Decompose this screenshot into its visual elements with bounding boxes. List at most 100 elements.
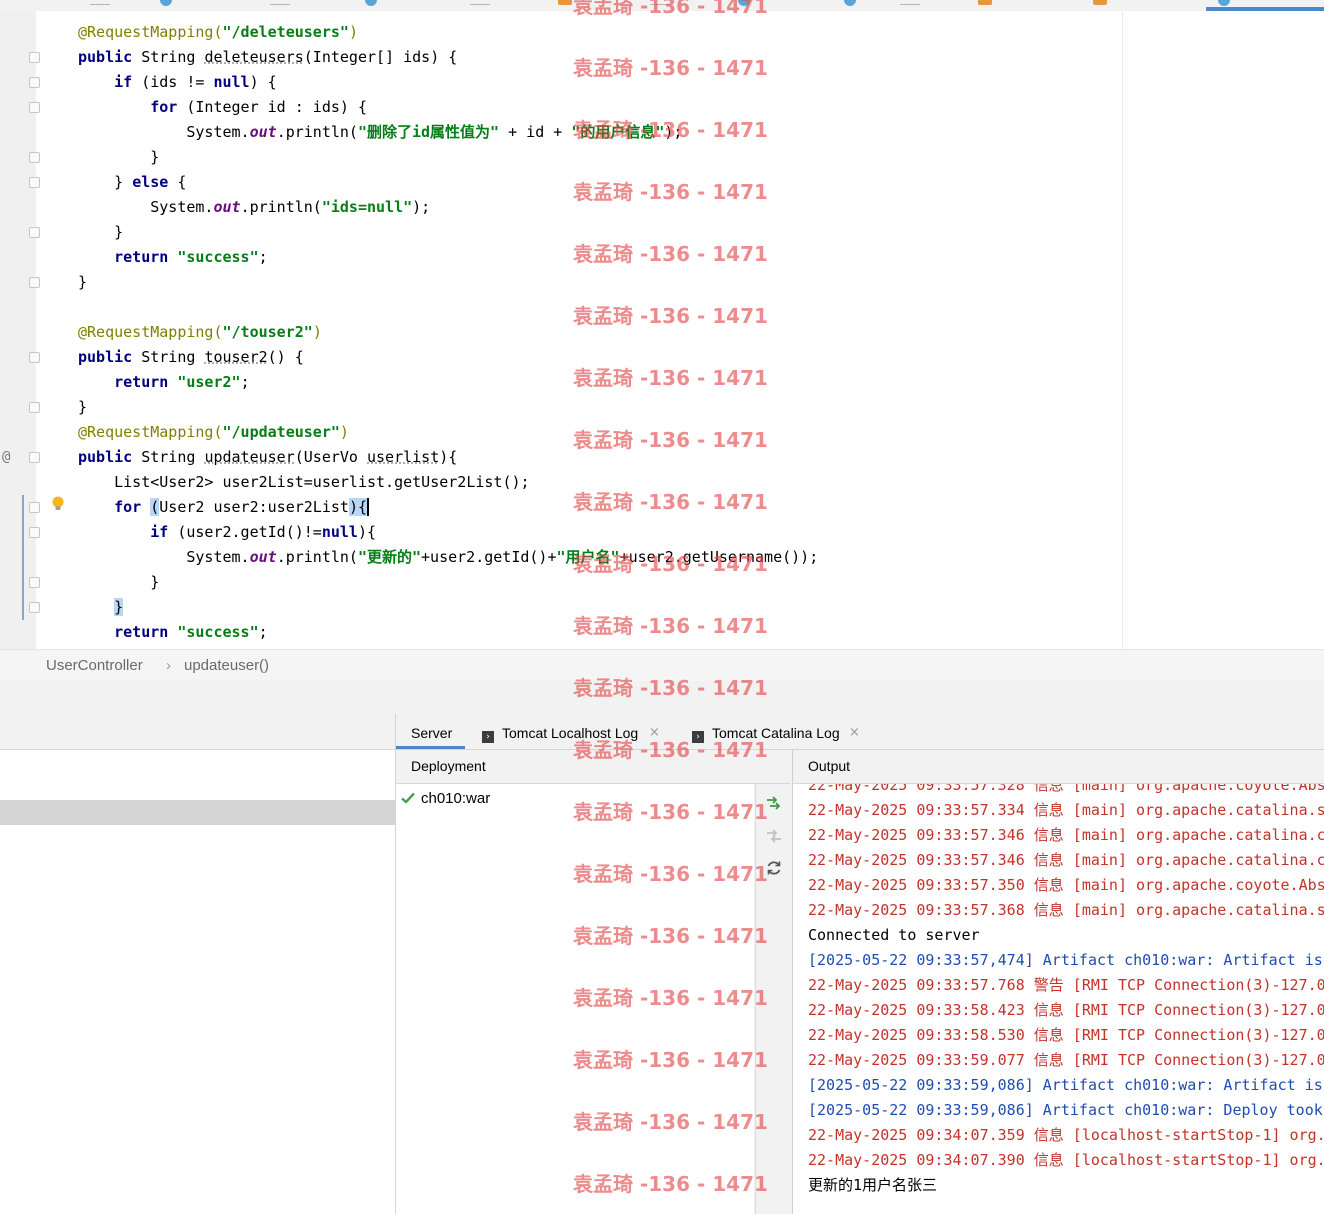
breadcrumb: UserController › updateuser() bbox=[0, 649, 1324, 682]
code-line[interactable]: public String updateuser(UserVo userlist… bbox=[78, 445, 457, 470]
tab-tomcat-localhost-log[interactable]: › Tomcat Localhost Log bbox=[482, 714, 642, 749]
breadcrumb-method[interactable]: updateuser() bbox=[184, 657, 269, 674]
code-line[interactable]: return "success"; bbox=[78, 245, 268, 270]
deployment-toolbar bbox=[755, 784, 791, 1214]
code-line[interactable]: @RequestMapping("/touser2") bbox=[78, 320, 322, 345]
editor-tab[interactable] bbox=[470, 0, 490, 5]
code-token: public bbox=[78, 48, 142, 66]
code-token: (UserVo bbox=[294, 448, 367, 466]
fold-icon[interactable] bbox=[29, 177, 40, 188]
code-line[interactable]: return "user2"; bbox=[78, 370, 249, 395]
fold-icon[interactable] bbox=[29, 352, 40, 363]
code-token: "user2" bbox=[177, 373, 241, 391]
code-line[interactable]: return "success"; bbox=[78, 620, 268, 645]
deployment-item[interactable]: ch010:war bbox=[401, 788, 490, 810]
tool-window-header bbox=[0, 681, 1324, 715]
console-line: 22-May-2025 09:33:57.768 警告 [RMI TCP Con… bbox=[808, 976, 1324, 994]
code-line[interactable]: if (ids != null) { bbox=[78, 70, 277, 95]
code-token bbox=[367, 498, 369, 516]
code-line[interactable]: @RequestMapping("/deleteusers") bbox=[78, 20, 358, 45]
code-line[interactable]: for (User2 user2:user2List){ bbox=[78, 495, 369, 520]
code-line[interactable]: } bbox=[78, 220, 123, 245]
editor-tab[interactable] bbox=[900, 0, 920, 5]
console-line: [2025-05-22 09:33:59,086] Artifact ch010… bbox=[808, 1101, 1323, 1119]
class-icon bbox=[844, 0, 856, 6]
code-line[interactable]: } bbox=[78, 145, 159, 170]
code-token: "success" bbox=[177, 623, 259, 641]
close-icon[interactable]: × bbox=[649, 714, 660, 751]
code-token: "更新的" bbox=[357, 548, 422, 566]
undeploy-icon[interactable] bbox=[765, 827, 783, 845]
code-token: (Integer[] ids) { bbox=[303, 48, 458, 66]
fold-icon[interactable] bbox=[29, 527, 40, 538]
code-line[interactable]: if (user2.getId()!=null){ bbox=[78, 520, 376, 545]
code-line[interactable]: public String touser2() { bbox=[78, 345, 304, 370]
code-token: String bbox=[141, 48, 205, 66]
deploy-icon[interactable] bbox=[765, 794, 783, 812]
redeploy-icon[interactable] bbox=[765, 859, 783, 877]
fold-icon[interactable] bbox=[29, 577, 40, 588]
fold-icon[interactable] bbox=[29, 77, 40, 88]
code-token: ) bbox=[312, 323, 322, 341]
fold-icon[interactable] bbox=[29, 52, 40, 63]
fold-icon[interactable] bbox=[29, 152, 40, 163]
code-line[interactable]: } bbox=[78, 595, 124, 620]
tab-label: Tomcat Catalina Log bbox=[712, 725, 840, 741]
editor-tab[interactable] bbox=[270, 0, 290, 5]
code-token: ; bbox=[258, 248, 268, 266]
code-token: } bbox=[78, 223, 124, 241]
jsp-file-icon bbox=[978, 0, 992, 5]
vcs-change-marker[interactable] bbox=[22, 495, 24, 620]
close-icon[interactable]: × bbox=[849, 714, 860, 751]
code-token: for bbox=[150, 98, 187, 116]
code-line[interactable]: System.out.println("ids=null"); bbox=[78, 195, 430, 220]
code-line[interactable]: } bbox=[78, 270, 87, 295]
fold-icon[interactable] bbox=[29, 277, 40, 288]
fold-icon[interactable] bbox=[29, 502, 40, 513]
code-line[interactable]: List<User2> user2List=userlist.getUser2L… bbox=[78, 470, 529, 495]
class-icon bbox=[365, 0, 377, 6]
code-token: ) { bbox=[249, 73, 277, 91]
deployment-list[interactable]: ch010:war bbox=[396, 784, 754, 1214]
console-output[interactable]: 22-May-2025 09:33:57.328 信息 [main] org.a… bbox=[792, 784, 1324, 1214]
fold-icon[interactable] bbox=[29, 452, 40, 463]
tab-label: Tomcat Localhost Log bbox=[502, 725, 639, 741]
code-line[interactable]: public String deleteusers(Integer[] ids)… bbox=[78, 45, 457, 70]
code-token: out bbox=[213, 198, 241, 216]
editor-tab[interactable] bbox=[90, 0, 110, 5]
code-token: else bbox=[132, 173, 178, 191]
fold-icon[interactable] bbox=[29, 602, 40, 613]
code-line[interactable]: } bbox=[78, 395, 87, 420]
code-line[interactable]: @RequestMapping("/updateuser") bbox=[78, 420, 349, 445]
code-line[interactable]: } bbox=[78, 570, 159, 595]
services-tree-panel[interactable] bbox=[0, 714, 396, 1214]
code-line[interactable]: System.out.println("删除了id属性值为" + id + "的… bbox=[78, 120, 682, 145]
breadcrumb-separator: › bbox=[166, 657, 171, 674]
code-line[interactable]: } else { bbox=[78, 170, 186, 195]
tab-server[interactable]: Server bbox=[396, 714, 465, 749]
console-line: 22-May-2025 09:33:57.328 信息 [main] org.a… bbox=[808, 784, 1324, 794]
code-token: public bbox=[78, 448, 142, 466]
fold-icon[interactable] bbox=[29, 402, 40, 413]
breadcrumb-class[interactable]: UserController bbox=[46, 657, 143, 674]
editor-tab[interactable] bbox=[650, 0, 670, 5]
code-token: + id + bbox=[499, 123, 572, 141]
code-token: "删除了id属性值为" bbox=[357, 123, 500, 141]
code-token: "success" bbox=[177, 248, 259, 266]
fold-icon[interactable] bbox=[29, 102, 40, 113]
lightbulb-icon[interactable] bbox=[51, 496, 65, 511]
code-line[interactable]: for (Integer id : ids) { bbox=[78, 95, 367, 120]
code-line[interactable]: System.out.println("更新的"+user2.getId()+"… bbox=[78, 545, 818, 570]
code-token: public bbox=[78, 348, 142, 366]
fold-icon[interactable] bbox=[29, 227, 40, 238]
tab-tomcat-catalina-log[interactable]: › Tomcat Catalina Log bbox=[692, 714, 842, 749]
services-tree-selected-row[interactable] bbox=[0, 800, 395, 825]
code-token: "/updateuser" bbox=[222, 423, 340, 441]
code-token: @RequestMapping( bbox=[78, 323, 223, 341]
console-line: 22-May-2025 09:33:57.368 信息 [main] org.a… bbox=[808, 901, 1324, 919]
override-marker-icon[interactable]: @ bbox=[2, 449, 10, 465]
console-line: Connected to server bbox=[808, 926, 980, 944]
